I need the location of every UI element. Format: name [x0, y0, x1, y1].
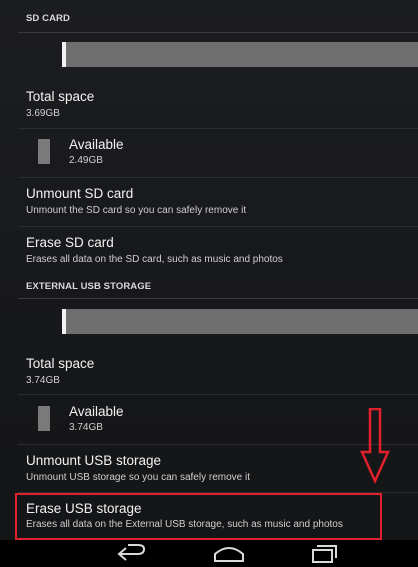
- usb-total-space-title: Total space: [26, 356, 95, 371]
- unmount-sd-card-subtitle: Unmount the SD card so you can safely re…: [26, 205, 247, 216]
- usb-storage-header-rule: [18, 298, 418, 299]
- unmount-usb-storage-title: Unmount USB storage: [26, 453, 162, 468]
- erase-sd-card-item[interactable]: Erase SD card Erases all data on the SD …: [0, 227, 418, 273]
- navigation-bar: [0, 540, 418, 567]
- storage-settings-screen: SD CARD Total space 3.69GB Available 2.4…: [0, 0, 418, 540]
- usb-storage-usage-fill: [62, 309, 66, 334]
- sd-card-header: SD CARD: [26, 13, 70, 24]
- sd-total-space-value: 3.69GB: [26, 108, 60, 119]
- back-icon[interactable]: [114, 544, 148, 564]
- erase-sd-card-title: Erase SD card: [26, 235, 114, 250]
- sd-available-title: Available: [69, 137, 124, 152]
- sd-card-usage-bar: [62, 42, 418, 67]
- down-arrow-icon: [360, 408, 390, 484]
- unmount-usb-storage-subtitle: Unmount USB storage so you can safely re…: [26, 472, 250, 483]
- home-icon[interactable]: [212, 544, 246, 564]
- highlight-box: [15, 493, 382, 540]
- divider: [18, 128, 418, 129]
- unmount-usb-storage-item[interactable]: Unmount USB storage Unmount USB storage …: [0, 445, 418, 491]
- usb-available-value: 3.74GB: [69, 422, 103, 433]
- usb-available-swatch: [38, 406, 50, 431]
- erase-sd-card-subtitle: Erases all data on the SD card, such as …: [26, 254, 283, 265]
- recents-icon[interactable]: [308, 544, 338, 564]
- divider: [18, 394, 418, 395]
- sd-card-header-rule: [18, 32, 418, 33]
- sd-total-space-title: Total space: [26, 89, 95, 104]
- usb-storage-usage-bar: [62, 309, 418, 334]
- usb-available-title: Available: [69, 404, 124, 419]
- usb-storage-header: EXTERNAL USB STORAGE: [26, 281, 152, 292]
- unmount-sd-card-item[interactable]: Unmount SD card Unmount the SD card so y…: [0, 178, 418, 226]
- sd-available-swatch: [38, 139, 50, 164]
- sd-card-usage-fill: [62, 42, 66, 67]
- sd-available-value: 2.49GB: [69, 155, 103, 166]
- unmount-sd-card-title: Unmount SD card: [26, 186, 134, 201]
- usb-total-space-value: 3.74GB: [26, 375, 60, 386]
